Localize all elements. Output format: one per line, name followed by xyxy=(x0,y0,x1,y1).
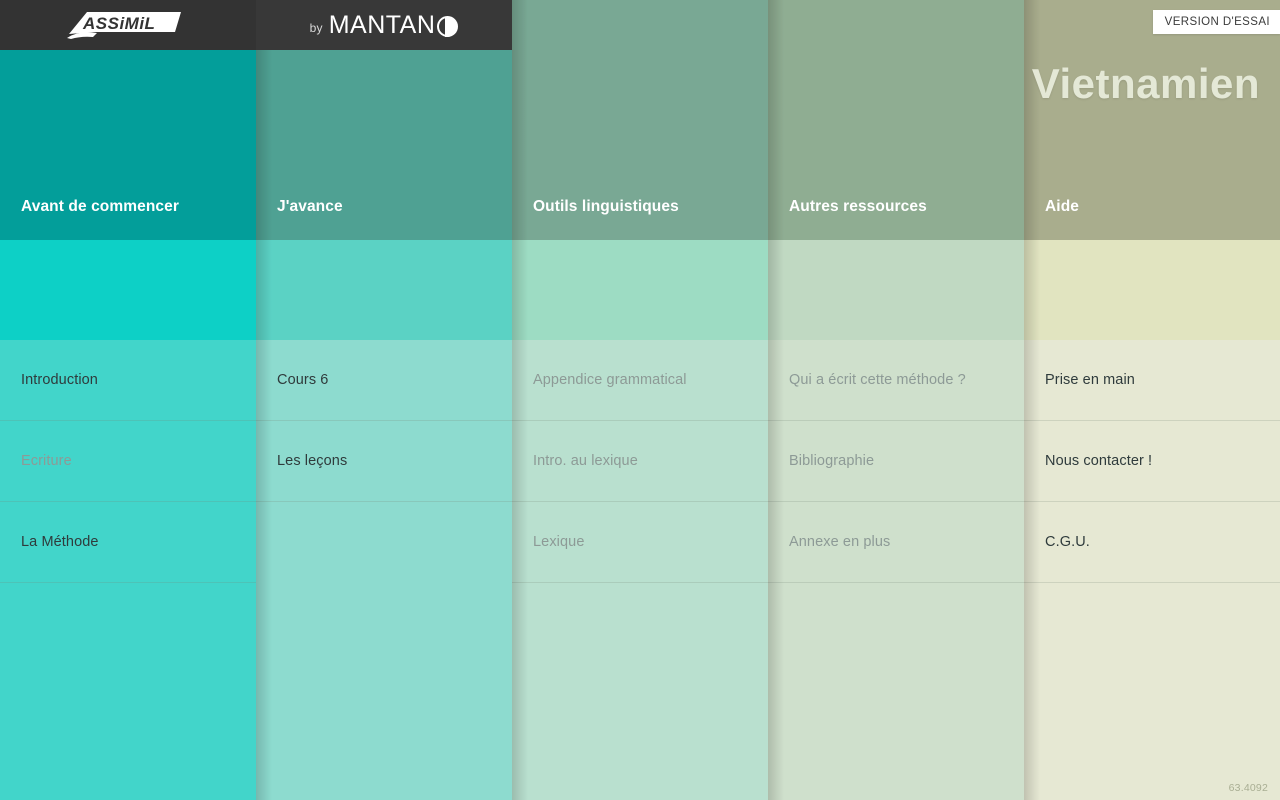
column-hero-3 xyxy=(512,240,768,340)
column-4: Autres ressources Qui a écrit cette métho… xyxy=(768,0,1024,800)
assimil-logo: ASSiMiL xyxy=(63,8,193,42)
app-root: Avant de commencer Introduction Ecriture La… xyxy=(0,0,1280,800)
list-item[interactable]: Cours 6 xyxy=(256,340,512,421)
list-item[interactable]: Introduction xyxy=(0,340,256,421)
list-item: Ecriture xyxy=(0,421,256,502)
list-item: Annexe en plus xyxy=(768,502,1024,583)
list-item-label: Prise en main xyxy=(1045,372,1135,388)
column-list-3: Appendice grammatical Intro. au lexique Le… xyxy=(512,340,768,800)
column-title: Outils linguistiques xyxy=(533,198,679,215)
column-title: J'avance xyxy=(277,198,343,215)
list-item-label: La Méthode xyxy=(21,534,99,550)
column-list-5: Prise en main Nous contacter ! C.G.U. xyxy=(1024,340,1280,800)
list-item[interactable]: Les leçons xyxy=(256,421,512,502)
list-item[interactable]: Nous contacter ! xyxy=(1024,421,1280,502)
column-3: Outils linguistiques Appendice grammatica… xyxy=(512,0,768,800)
list-item-label: Qui a écrit cette méthode ? xyxy=(789,372,966,388)
column-title: Avant de commencer xyxy=(21,198,180,215)
column-hero-2 xyxy=(256,240,512,340)
list-item-label: Les leçons xyxy=(277,453,348,469)
list-item[interactable]: C.G.U. xyxy=(1024,502,1280,583)
column-list-4: Qui a écrit cette méthode ? Bibliographie… xyxy=(768,340,1024,800)
column-hero-5 xyxy=(1024,240,1280,340)
top-bar: ASSiMiL by MANTAN xyxy=(0,0,512,50)
list-item: Intro. au lexique xyxy=(512,421,768,502)
list-item-label: Annexe en plus xyxy=(789,534,891,550)
column-list-1: Introduction Ecriture La Méthode xyxy=(0,340,256,800)
list-item-label: C.G.U. xyxy=(1045,534,1090,550)
column-hero-4 xyxy=(768,240,1024,340)
list-item: Bibliographie xyxy=(768,421,1024,502)
column-title: Autres ressources xyxy=(789,198,927,215)
column-header-4: Autres ressources xyxy=(768,0,1024,240)
category-columns: Avant de commencer Introduction Ecriture La… xyxy=(0,0,1280,800)
list-item-label: Intro. au lexique xyxy=(533,453,638,469)
column-header-5: Aide xyxy=(1024,0,1280,240)
column-title: Aide xyxy=(1045,198,1079,215)
svg-text:ASSiMiL: ASSiMiL xyxy=(82,14,155,33)
column-header-3: Outils linguistiques xyxy=(512,0,768,240)
list-item: Lexique xyxy=(512,502,768,583)
list-item: Appendice grammatical xyxy=(512,340,768,421)
list-item[interactable]: La Méthode xyxy=(0,502,256,583)
mantano-text: MANTAN xyxy=(328,10,436,39)
trial-version-badge[interactable]: VERSION D'ESSAI xyxy=(1152,10,1280,34)
column-list-2: Cours 6 Les leçons xyxy=(256,340,512,800)
list-item[interactable]: Prise en main xyxy=(1024,340,1280,421)
list-item-label: Ecriture xyxy=(21,453,72,469)
list-item-label: Introduction xyxy=(21,372,98,388)
list-item: Qui a écrit cette méthode ? xyxy=(768,340,1024,421)
column-hero-1 xyxy=(0,240,256,340)
list-item-label: Bibliographie xyxy=(789,453,875,469)
column-1: Avant de commencer Introduction Ecriture La… xyxy=(0,0,256,800)
list-item-label: Nous contacter ! xyxy=(1045,453,1153,469)
mantano-o-icon xyxy=(437,15,459,37)
list-item-label: Appendice grammatical xyxy=(533,372,687,388)
list-item-label: Cours 6 xyxy=(277,372,329,388)
assimil-brand-cell: ASSiMiL xyxy=(0,0,256,50)
list-item-label: Lexique xyxy=(533,534,585,550)
mantano-brand-cell: by MANTAN xyxy=(256,0,512,50)
mantano-by-label: by xyxy=(309,21,323,35)
app-version-label: 63.4092 xyxy=(1228,782,1268,794)
column-5: Aide Prise en main Nous contacter ! C.G.U. xyxy=(1024,0,1280,800)
language-title: Vietnamien xyxy=(1031,60,1260,107)
mantano-wordmark: MANTAN xyxy=(329,11,459,40)
column-2: J'avance Cours 6 Les leçons xyxy=(256,0,512,800)
